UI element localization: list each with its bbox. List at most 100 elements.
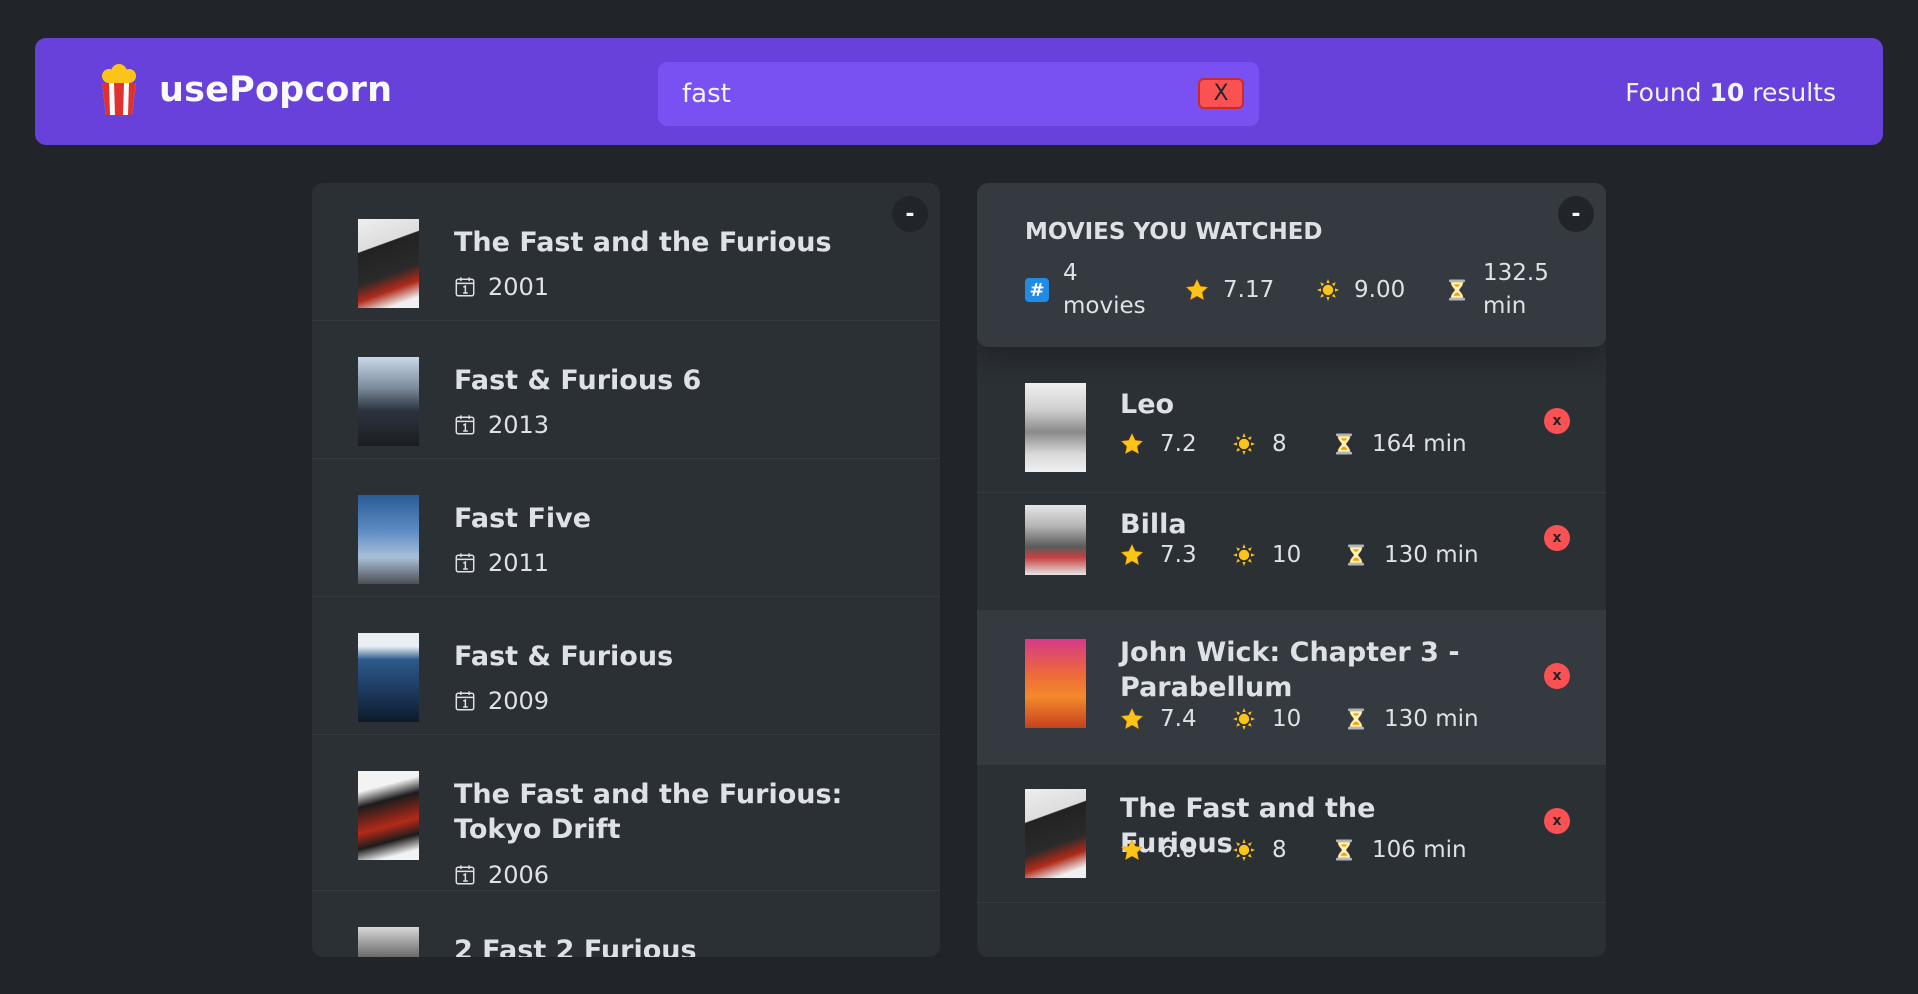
- remove-movie-button[interactable]: x: [1544, 663, 1570, 689]
- stat-avg-user: 9.00: [1316, 277, 1445, 303]
- results-prefix: Found: [1625, 78, 1702, 107]
- movie-title: Fast & Furious 6: [454, 365, 702, 396]
- movie-year-value: 2001: [488, 273, 550, 301]
- remove-movie-button[interactable]: x: [1544, 808, 1570, 834]
- user-rating: 10: [1232, 542, 1344, 568]
- user-rating-value: 8: [1272, 431, 1287, 457]
- app-title: usePopcorn: [159, 70, 393, 110]
- movie-title: Billa: [1120, 509, 1187, 540]
- movie-year: 2006: [454, 861, 549, 889]
- star-icon: [1185, 278, 1209, 302]
- avg-runtime-value: 132.5: [1483, 260, 1549, 286]
- runtime: 164 min: [1332, 431, 1467, 457]
- star-icon: [1120, 838, 1144, 862]
- movie-title: John Wick: Chapter 3 - Parabellum: [1120, 637, 1460, 703]
- calendar-icon: [454, 864, 476, 886]
- imdb-rating-value: 7.4: [1160, 706, 1197, 732]
- movie-title: Fast Five: [454, 503, 592, 534]
- results-suffix: results: [1752, 78, 1836, 107]
- list-item[interactable]: 2 Fast 2 Furious: [312, 891, 940, 957]
- imdb-rating-value: 7.2: [1160, 431, 1197, 457]
- summary-stats: # 4 movies 7.17 9.00 132.5 min: [1025, 257, 1575, 323]
- stat-avg-imdb: 7.17: [1185, 277, 1316, 303]
- list-item[interactable]: Fast & Furious 6 2013: [312, 321, 940, 459]
- remove-movie-button[interactable]: x: [1544, 525, 1570, 551]
- search-bar: X: [658, 62, 1259, 126]
- avg-runtime-text: 132.5 min: [1483, 257, 1573, 323]
- hourglass-icon: [1344, 543, 1368, 567]
- hourglass-icon: [1344, 707, 1368, 731]
- calendar-icon: [454, 552, 476, 574]
- runtime: 130 min: [1344, 542, 1479, 568]
- movie-year-value: 2009: [488, 687, 550, 715]
- hourglass-icon: [1332, 432, 1356, 456]
- movie-stats: 7.3 10 130 min: [1120, 542, 1479, 568]
- list-item[interactable]: Billa 7.3 10 130 min x: [977, 493, 1606, 611]
- user-rating-value: 8: [1272, 837, 1287, 863]
- movie-count-text: 4 movies: [1063, 257, 1153, 323]
- movie-title: The Fast and the Furious: Tokyo Drift: [454, 779, 843, 845]
- stat-movie-count: # 4 movies: [1025, 257, 1185, 323]
- movie-title: The Fast and the Furious: [454, 227, 832, 258]
- movie-poster: [358, 495, 419, 584]
- user-rating-value: 10: [1272, 706, 1302, 732]
- movie-year-value: 2013: [488, 411, 550, 439]
- hash-icon: #: [1025, 278, 1049, 302]
- runtime-value: 130 min: [1384, 706, 1479, 732]
- star-icon: [1120, 543, 1144, 567]
- movie-title: Leo: [1120, 389, 1175, 420]
- imdb-rating: 7.2: [1120, 431, 1232, 457]
- list-item[interactable]: The Fast and the Furious 6.8 8 106 min x: [977, 765, 1606, 903]
- search-input[interactable]: [658, 62, 1198, 126]
- search-results-box: - The Fast and the Furious 2001 Fast & F…: [312, 183, 940, 957]
- movie-stats: 7.4 10 130 min: [1120, 706, 1479, 732]
- movie-stats: 6.8 8 106 min: [1120, 837, 1467, 863]
- results-number: 10: [1709, 78, 1745, 107]
- list-item[interactable]: Fast & Furious 2009: [312, 597, 940, 735]
- list-item[interactable]: Leo 7.2 8 164 min x: [977, 365, 1606, 493]
- user-rating: 8: [1232, 431, 1332, 457]
- star-icon: [1120, 432, 1144, 456]
- sun-icon: [1232, 838, 1256, 862]
- movie-list: The Fast and the Furious 2001 Fast & Fur…: [312, 183, 940, 957]
- search-clear-button[interactable]: X: [1198, 78, 1244, 109]
- imdb-rating-value: 7.3: [1160, 542, 1197, 568]
- movie-year-value: 2006: [488, 861, 550, 889]
- imdb-rating-value: 6.8: [1160, 837, 1197, 863]
- movie-title: Fast & Furious: [454, 641, 674, 672]
- popcorn-icon: [102, 64, 136, 115]
- movie-year: 2001: [454, 273, 549, 301]
- movie-poster: [358, 771, 419, 860]
- watched-box: - Movies you watched # 4 movies 7.17 9.0…: [977, 183, 1606, 957]
- remove-movie-button[interactable]: x: [1544, 408, 1570, 434]
- list-item[interactable]: Fast Five 2011: [312, 459, 940, 597]
- user-rating: 8: [1232, 837, 1332, 863]
- list-item[interactable]: The Fast and the Furious 2001: [312, 183, 940, 321]
- imdb-rating: 6.8: [1120, 837, 1232, 863]
- movie-poster: [1025, 383, 1086, 472]
- sun-icon: [1232, 432, 1256, 456]
- movie-year-value: 2011: [488, 549, 550, 577]
- collapse-watched-button[interactable]: -: [1558, 196, 1594, 232]
- hourglass-icon: [1445, 278, 1469, 302]
- runtime-value: 130 min: [1384, 542, 1479, 568]
- user-rating-value: 10: [1272, 542, 1302, 568]
- movie-poster: [358, 927, 419, 957]
- calendar-icon: [454, 414, 476, 436]
- sun-icon: [1316, 278, 1340, 302]
- movie-count-value: 4: [1063, 260, 1078, 286]
- hourglass-icon: [1332, 838, 1356, 862]
- user-rating: 10: [1232, 706, 1344, 732]
- star-icon: [1120, 707, 1144, 731]
- avg-user-value: 9.00: [1354, 277, 1406, 303]
- runtime: 106 min: [1332, 837, 1467, 863]
- movie-title: 2 Fast 2 Furious: [454, 935, 697, 957]
- movie-poster: [358, 633, 419, 722]
- calendar-icon: [454, 690, 476, 712]
- list-item[interactable]: The Fast and the Furious: Tokyo Drift 20…: [312, 735, 940, 891]
- runtime-value: 164 min: [1372, 431, 1467, 457]
- list-item[interactable]: John Wick: Chapter 3 - Parabellum 7.4 10…: [977, 611, 1606, 765]
- imdb-rating: 7.3: [1120, 542, 1232, 568]
- collapse-search-results-button[interactable]: -: [892, 196, 928, 232]
- nav-bar: usePopcorn X Found 10 results: [35, 38, 1883, 145]
